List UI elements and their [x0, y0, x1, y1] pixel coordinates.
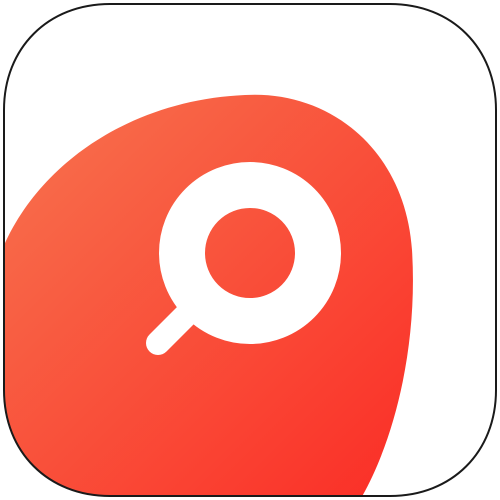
app-icon[interactable]	[0, 0, 500, 500]
icon-canvas: search-app-icon search-icon	[0, 0, 500, 500]
